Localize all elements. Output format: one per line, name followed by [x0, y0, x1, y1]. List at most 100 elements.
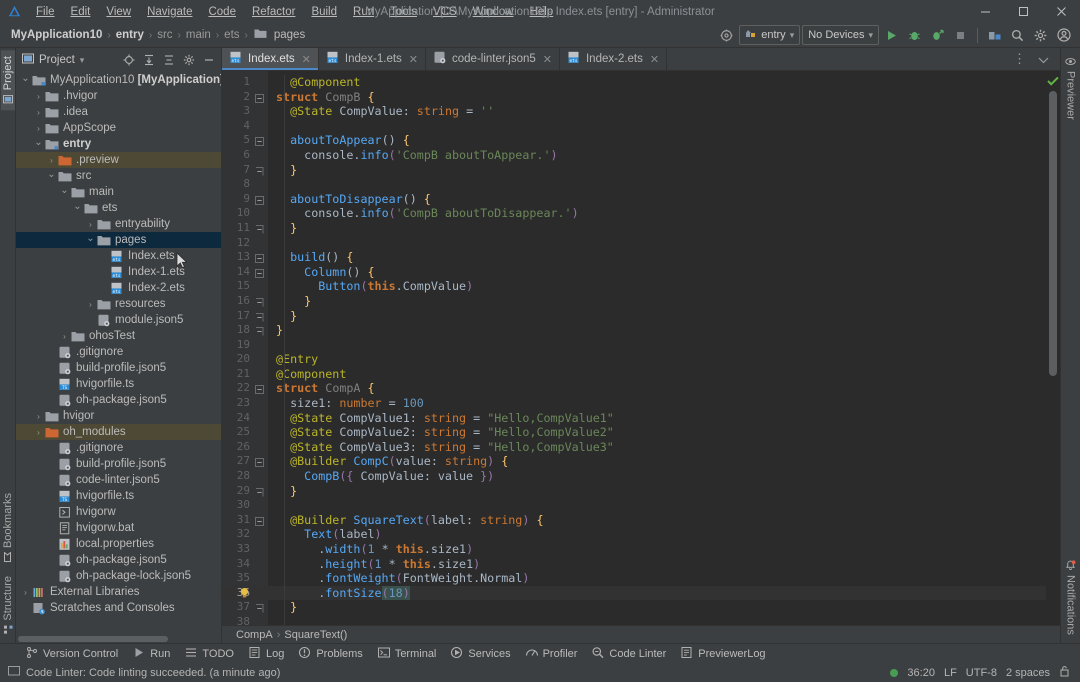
tree-expander[interactable]: › — [59, 332, 70, 341]
line-number-gutter[interactable]: 1234567891011121314151617181920212223242… — [222, 71, 268, 625]
code-line[interactable]: CompB({ CompValue: value }) — [268, 469, 1046, 484]
tree-node-build-profile-json5[interactable]: build-profile.json5 — [16, 360, 221, 376]
tree-expander[interactable]: › — [33, 124, 44, 133]
run-configuration-selector[interactable]: entry ▾ — [739, 25, 800, 45]
tab-options-icon[interactable]: ⋮ — [1009, 49, 1030, 69]
tool-window-button-problems[interactable]: Problems — [291, 645, 369, 663]
maximize-button[interactable] — [1004, 0, 1042, 23]
fold-end-icon[interactable] — [255, 297, 264, 306]
code-line[interactable]: build() { — [268, 250, 1046, 265]
scrollbar-thumb[interactable] — [1049, 91, 1057, 376]
debug-button[interactable] — [904, 25, 925, 45]
tree-node-module-json5[interactable]: module.json5 — [16, 312, 221, 328]
code-editor[interactable]: 1234567891011121314151617181920212223242… — [222, 71, 1060, 625]
code-line[interactable]: @Builder CompC(value: string) { — [268, 454, 1046, 469]
settings-icon[interactable] — [716, 25, 737, 45]
menu-navigate[interactable]: Navigate — [139, 4, 200, 20]
close-tab-icon[interactable]: ✕ — [302, 53, 311, 66]
fold-end-icon[interactable] — [255, 312, 264, 321]
rail-tab-notifications[interactable]: Notifications — [1064, 554, 1078, 641]
code-line[interactable]: @Component — [268, 75, 1046, 90]
tool-window-button-profiler[interactable]: Profiler — [518, 645, 585, 663]
code-line[interactable]: console.info('CompB aboutToAppear.') — [268, 148, 1046, 163]
rail-tab-project[interactable]: Project — [1, 50, 15, 110]
code-line[interactable] — [268, 498, 1046, 513]
code-line[interactable]: aboutToAppear() { — [268, 133, 1046, 148]
tree-node-entry[interactable]: ⌄entry — [16, 136, 221, 152]
menu-tools[interactable]: Tools — [382, 4, 425, 20]
breadcrumb-project[interactable]: MyApplication10 — [8, 29, 105, 41]
code-line[interactable]: @State CompValue2: string = "Hello,CompV… — [268, 425, 1046, 440]
status-message[interactable]: Code Linter: Code linting succeeded. (a … — [26, 667, 280, 679]
tree-node-pages[interactable]: ⌄pages — [16, 232, 221, 248]
fold-end-icon[interactable] — [255, 166, 264, 175]
tree-node-build-profile-json5[interactable]: build-profile.json5 — [16, 456, 221, 472]
tree-node-external-libraries[interactable]: ›External Libraries — [16, 584, 221, 600]
code-line[interactable]: @Builder SquareText(label: string) { — [268, 513, 1046, 528]
tree-node-hvigorfile-ts[interactable]: TShvigorfile.ts — [16, 376, 221, 392]
breadcrumb-entry[interactable]: entry — [113, 29, 147, 41]
rail-tab-structure[interactable]: Structure — [1, 570, 15, 641]
breadcrumb-method[interactable]: SquareText() — [284, 629, 347, 641]
tree-expander[interactable]: › — [85, 220, 96, 229]
fold-collapse-icon[interactable] — [255, 253, 264, 262]
lock-icon[interactable] — [1059, 665, 1070, 680]
menu-vcs[interactable]: VCS — [425, 4, 465, 20]
code-line[interactable] — [268, 615, 1046, 625]
code-line[interactable]: struct CompB { — [268, 90, 1046, 105]
fold-collapse-icon[interactable] — [255, 195, 264, 204]
search-icon[interactable] — [1007, 25, 1028, 45]
panel-settings-icon[interactable] — [180, 51, 198, 69]
code-line[interactable] — [268, 236, 1046, 251]
fold-collapse-icon[interactable] — [255, 93, 264, 102]
tool-window-button-todo[interactable]: TODO — [177, 645, 241, 663]
project-tree[interactable]: ⌄MyApplication10 [MyApplication]›.hvigor… — [16, 72, 221, 643]
indent-setting[interactable]: 2 spaces — [1006, 667, 1050, 679]
tree-expander[interactable]: › — [85, 300, 96, 309]
tree-node-appscope[interactable]: ›AppScope — [16, 120, 221, 136]
run-profile-button[interactable] — [927, 25, 948, 45]
tree-expander[interactable]: › — [33, 412, 44, 421]
tree-expander[interactable]: ⌄ — [20, 73, 31, 84]
breadcrumb-struct[interactable]: CompA — [236, 629, 273, 641]
tool-window-button-log[interactable]: Log — [241, 645, 291, 663]
breadcrumb-ets[interactable]: ets — [221, 29, 242, 41]
tree-expander[interactable]: › — [33, 92, 44, 101]
editor-scrollbar[interactable] — [1046, 71, 1060, 625]
fold-collapse-icon[interactable] — [255, 457, 264, 466]
close-tab-icon[interactable]: ✕ — [650, 53, 659, 66]
tool-window-button-run[interactable]: Run — [125, 645, 177, 663]
code-line[interactable]: @State CompValue: string = '' — [268, 104, 1046, 119]
tree-node-resources[interactable]: ›resources — [16, 296, 221, 312]
fold-end-icon[interactable] — [255, 326, 264, 335]
tree-node--gitignore[interactable]: .gitignore — [16, 344, 221, 360]
code-line[interactable]: } — [268, 323, 1046, 338]
code-line[interactable] — [268, 177, 1046, 192]
breadcrumb-src[interactable]: src — [154, 29, 175, 41]
code-line[interactable]: @State CompValue1: string = "Hello,CompV… — [268, 411, 1046, 426]
menu-code[interactable]: Code — [200, 4, 244, 20]
gear-icon[interactable] — [1030, 25, 1051, 45]
menu-help[interactable]: Help — [522, 4, 562, 20]
menu-file[interactable]: File — [28, 4, 63, 20]
code-line[interactable]: } — [268, 294, 1046, 309]
code-line[interactable]: } — [268, 484, 1046, 499]
tree-expander[interactable]: ⌄ — [46, 169, 57, 180]
menu-view[interactable]: View — [98, 4, 139, 20]
tree-node-hvigorw-bat[interactable]: hvigorw.bat — [16, 520, 221, 536]
menu-build[interactable]: Build — [303, 4, 345, 20]
tree-expander[interactable]: › — [33, 428, 44, 437]
fold-end-icon[interactable] — [255, 224, 264, 233]
tree-expander[interactable]: ⌄ — [85, 233, 96, 244]
tree-expander[interactable]: ⌄ — [33, 137, 44, 148]
run-button[interactable] — [881, 25, 902, 45]
encoding[interactable]: UTF-8 — [966, 667, 997, 679]
tool-window-button-services[interactable]: Services — [443, 645, 517, 663]
collapse-all-icon[interactable] — [160, 51, 178, 69]
fold-end-icon[interactable] — [255, 487, 264, 496]
tree-node--idea[interactable]: ›.idea — [16, 104, 221, 120]
fold-collapse-icon[interactable] — [255, 136, 264, 145]
tree-node-index-2-ets[interactable]: etsIndex-2.ets — [16, 280, 221, 296]
green-dot-icon[interactable] — [890, 669, 898, 677]
tree-node-index-1-ets[interactable]: etsIndex-1.ets — [16, 264, 221, 280]
